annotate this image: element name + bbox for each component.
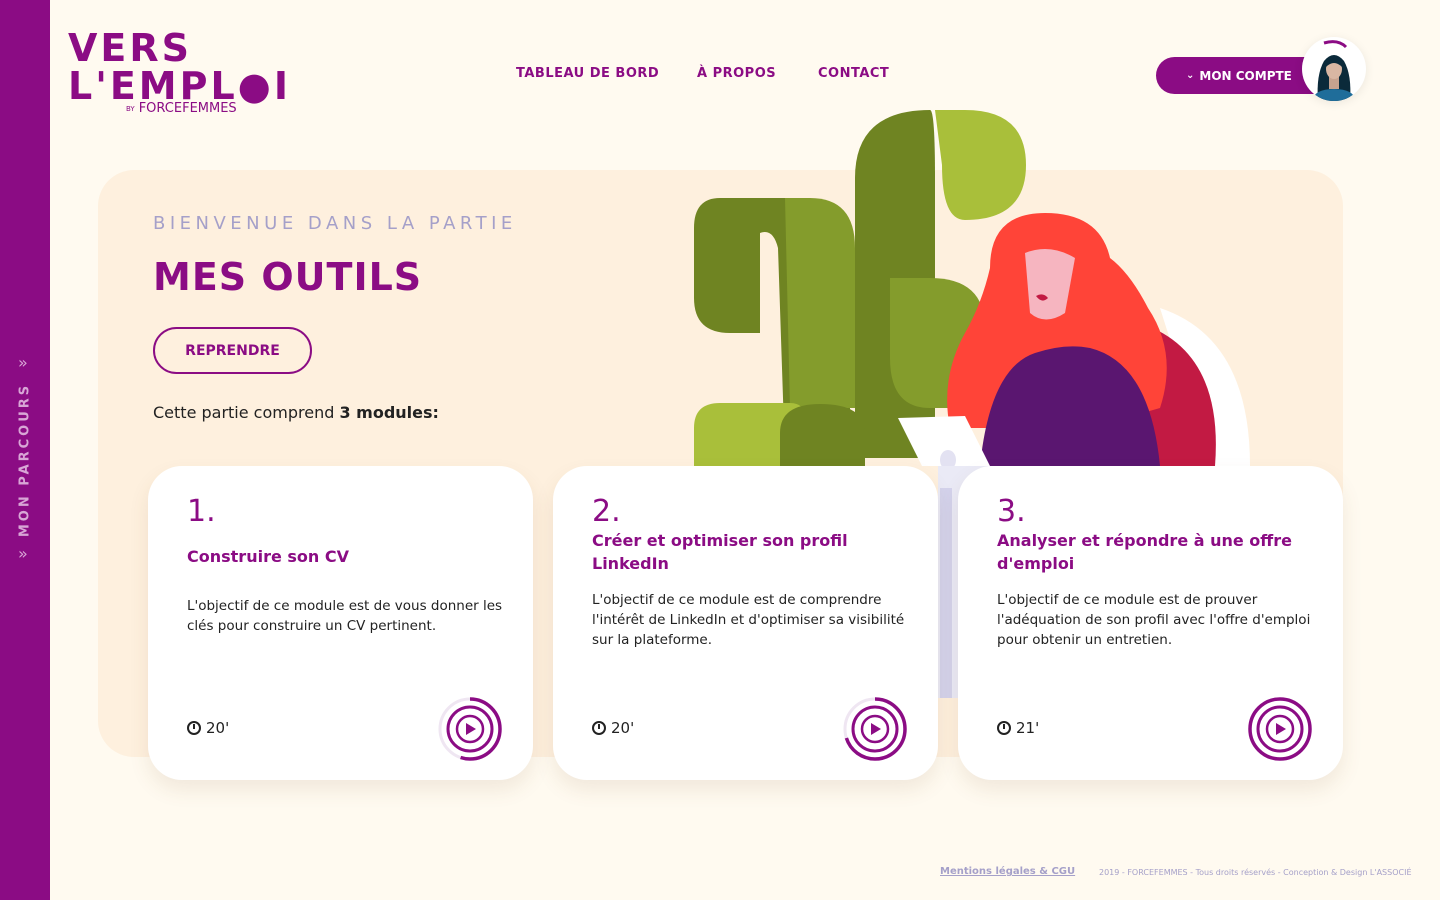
resume-button[interactable]: REPRENDRE <box>153 327 312 374</box>
module-duration-value: 21' <box>1016 719 1040 737</box>
legal-link[interactable]: Mentions légales & CGU <box>940 866 1075 877</box>
modules-count-prefix: Cette partie comprend <box>153 403 340 422</box>
module-duration: 20' <box>187 719 229 737</box>
modules-count-value: 3 modules: <box>339 403 439 422</box>
chevron-down-icon: ⌄ <box>1186 70 1195 81</box>
module-card-2[interactable]: 2. Créer et optimiser son profil LinkedI… <box>553 466 938 780</box>
chevron-double-right-icon: » <box>18 353 28 372</box>
play-icon <box>871 723 881 735</box>
play-button[interactable] <box>1247 696 1313 762</box>
logo-brand-name: FORCEFEMMES <box>138 101 237 116</box>
avatar[interactable] <box>1302 37 1366 101</box>
logo-by: BY <box>126 104 135 113</box>
module-description: L'objectif de ce module est de comprendr… <box>592 592 905 648</box>
nav-tableau-de-bord[interactable]: TABLEAU DE BORD <box>516 66 659 81</box>
module-number: 3. <box>997 494 1026 529</box>
module-card-3[interactable]: 3. Analyser et répondre à une offre d'em… <box>958 466 1343 780</box>
mon-parcours-toggle[interactable]: » MON PARCOURS » <box>0 0 50 860</box>
module-duration: 21' <box>997 719 1039 737</box>
nav-contact[interactable]: CONTACT <box>818 66 889 81</box>
user-avatar-icon <box>1312 40 1356 101</box>
sidebar: » MON PARCOURS » <box>0 0 50 900</box>
account-button[interactable]: ⌄ MON COMPTE <box>1156 57 1326 94</box>
account-label: MON COMPTE <box>1199 68 1292 83</box>
play-icon <box>1276 723 1286 735</box>
module-description: L'objectif de ce module est de vous donn… <box>187 598 503 634</box>
module-duration-value: 20' <box>206 719 230 737</box>
site-logo[interactable]: VERS L'EMPL●I BY FORCEFEMMES <box>68 26 288 120</box>
play-button[interactable] <box>842 696 908 762</box>
play-icon <box>466 723 476 735</box>
modules-count-text: Cette partie comprend 3 modules: <box>153 403 439 422</box>
module-number: 1. <box>187 494 216 529</box>
module-description: L'objectif de ce module est de prouver l… <box>997 592 1311 648</box>
sidebar-label: MON PARCOURS <box>17 382 33 538</box>
module-duration: 20' <box>592 719 634 737</box>
chevron-double-right-icon: » <box>18 544 28 563</box>
page-title: MES OUTILS <box>153 255 423 299</box>
clock-icon <box>997 721 1011 735</box>
hero-kicker: BIENVENUE DANS LA PARTIE <box>153 213 517 234</box>
module-number: 2. <box>592 494 621 529</box>
module-title: Analyser et répondre à une offre d'emplo… <box>997 531 1292 573</box>
module-title: Construire son CV <box>187 547 349 566</box>
logo-line-1: VERS <box>68 26 192 70</box>
play-button[interactable] <box>437 696 503 762</box>
clock-icon <box>592 721 606 735</box>
nav-a-propos[interactable]: À PROPOS <box>697 66 776 81</box>
clock-icon <box>187 721 201 735</box>
module-duration-value: 20' <box>611 719 635 737</box>
logo-brand: BY FORCEFEMMES <box>126 101 237 116</box>
logo-line-2: L'EMPL●I <box>68 64 291 108</box>
copyright-text: 2019 - FORCEFEMMES - Tous droits réservé… <box>1099 868 1412 877</box>
module-title: Créer et optimiser son profil LinkedIn <box>592 531 848 573</box>
module-card-1[interactable]: 1. Construire son CV L'objectif de ce mo… <box>148 466 533 780</box>
